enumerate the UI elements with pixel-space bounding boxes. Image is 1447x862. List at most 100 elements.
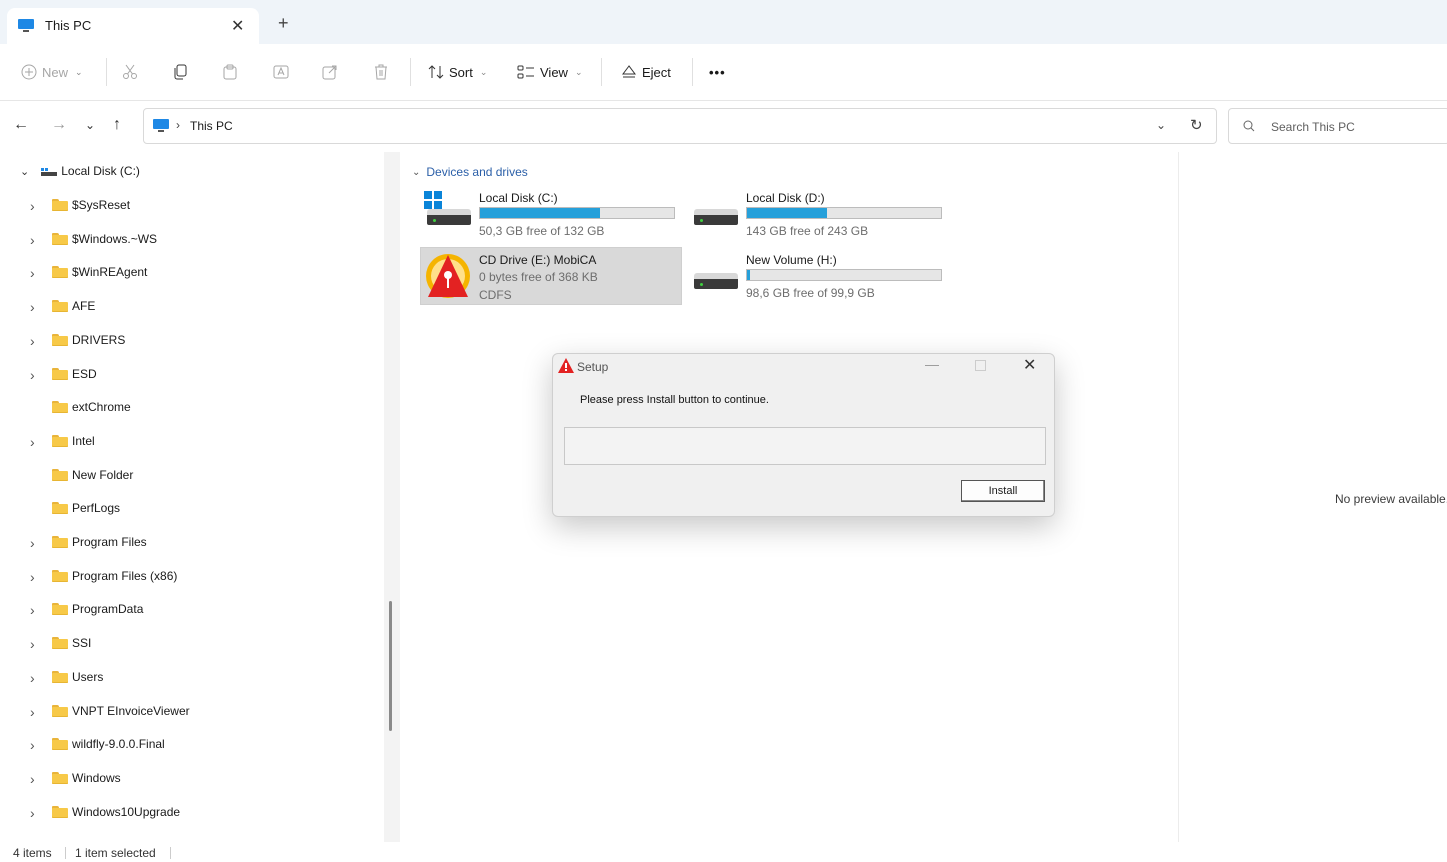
breadcrumb-chevron-icon[interactable]: ›	[176, 118, 180, 132]
folder-icon	[52, 333, 68, 346]
more-icon: •••	[709, 64, 726, 80]
expand-chevron-icon[interactable]: ›	[30, 333, 35, 349]
close-icon[interactable]: ✕	[1023, 355, 1036, 375]
drive-tile-h[interactable]: New Volume (H:) 98,6 GB free of 99,9 GB	[688, 253, 948, 303]
copy-icon	[174, 64, 187, 80]
sidebar-item-programdata[interactable]: › ProgramData	[0, 596, 380, 622]
sidebar-item-label: Users	[72, 669, 104, 684]
windows-logo-icon	[424, 191, 442, 209]
sidebar-item-windows-ws[interactable]: › $Windows.~WS	[0, 226, 380, 252]
sidebar-item-winreagent[interactable]: › $WinREAgent	[0, 259, 380, 285]
devices-and-drives-header[interactable]: ⌄ Devices and drives	[412, 165, 528, 179]
new-button[interactable]: New ⌄	[21, 62, 83, 82]
expand-chevron-icon[interactable]: ›	[30, 569, 35, 585]
eject-button[interactable]: Eject	[621, 62, 671, 82]
this-pc-icon	[152, 119, 170, 136]
install-button[interactable]: Install	[961, 480, 1045, 502]
sidebar-item-extchrome[interactable]: extChrome	[0, 394, 380, 420]
search-box[interactable]: Search This PC	[1228, 108, 1447, 144]
expand-chevron-icon[interactable]: ›	[30, 704, 35, 720]
expand-chevron-icon[interactable]: ›	[30, 535, 35, 551]
free-space-text: 50,3 GB free of 132 GB	[479, 224, 605, 238]
expand-chevron-icon[interactable]: ›	[30, 670, 35, 686]
sidebar-item-label: New Folder	[72, 467, 134, 482]
address-dropdown-chevron-icon[interactable]: ⌄	[1156, 118, 1166, 132]
capacity-bar	[479, 207, 675, 219]
cut-button[interactable]	[122, 62, 138, 82]
sidebar-item-windows10upgrade[interactable]: › Windows10Upgrade	[0, 799, 380, 825]
sidebar-item-program-files[interactable]: › Program Files	[0, 529, 380, 555]
folder-icon	[52, 468, 68, 481]
sidebar-item-label: AFE	[72, 299, 96, 314]
expanded-chevron-icon[interactable]: ⌄	[20, 165, 29, 178]
more-options-button[interactable]: •••	[709, 62, 726, 82]
expand-chevron-icon[interactable]: ›	[30, 434, 35, 450]
file-system-text: CDFS	[479, 288, 512, 302]
drive-name: CD Drive (E:) MobiCA	[479, 253, 597, 267]
delete-button[interactable]	[373, 62, 389, 82]
up-arrow-icon[interactable]: ↑	[113, 116, 121, 134]
drive-name: Local Disk (C:)	[479, 191, 558, 205]
breadcrumb[interactable]: This PC	[190, 119, 233, 133]
close-icon[interactable]: ✕	[231, 16, 244, 36]
free-space-text: 98,6 GB free of 99,9 GB	[746, 286, 875, 300]
back-arrow-icon[interactable]: ←	[13, 116, 29, 134]
dialog-title: Setup	[577, 360, 609, 374]
sidebar-item-label: Program Files (x86)	[72, 568, 178, 583]
divider	[65, 847, 66, 859]
address-bar[interactable]: › This PC ⌄ ↻	[143, 108, 1217, 144]
paste-button[interactable]	[222, 62, 238, 82]
sidebar-item-sysreset[interactable]: › $SysReset	[0, 192, 380, 218]
expand-chevron-icon[interactable]: ›	[30, 198, 35, 214]
mobica-app-icon	[426, 254, 470, 298]
minimize-icon[interactable]: —	[925, 356, 939, 372]
sidebar-scrollbar-thumb[interactable]	[389, 601, 392, 731]
refresh-icon[interactable]: ↻	[1190, 116, 1203, 134]
tree-root-local-disk-c[interactable]: ⌄ Local Disk (C:)	[20, 164, 140, 178]
mobica-warning-icon	[558, 358, 574, 376]
drive-name: New Volume (H:)	[746, 253, 837, 267]
expand-chevron-icon[interactable]: ›	[30, 636, 35, 652]
view-button[interactable]: View ⌄	[517, 62, 583, 82]
sidebar-item-drivers[interactable]: › DRIVERS	[0, 327, 380, 353]
expand-chevron-icon[interactable]: ›	[30, 805, 35, 821]
sidebar-item-windows[interactable]: › Windows	[0, 765, 380, 791]
expand-chevron-icon[interactable]: ›	[30, 232, 35, 248]
share-button[interactable]	[322, 62, 338, 82]
new-tab-button[interactable]: +	[278, 14, 289, 32]
sidebar-item-afe[interactable]: › AFE	[0, 293, 380, 319]
expand-chevron-icon[interactable]: ›	[30, 299, 35, 315]
sidebar-item-wildfly-9-0-0-final[interactable]: › wildfly-9.0.0.Final	[0, 731, 380, 757]
forward-arrow-icon[interactable]: →	[51, 116, 67, 134]
sidebar-item-program-files-x86[interactable]: › Program Files (x86)	[0, 563, 380, 589]
copy-button[interactable]	[172, 62, 188, 82]
sidebar-item-new-folder[interactable]: New Folder	[0, 462, 380, 488]
drive-tile-e[interactable]: CD Drive (E:) MobiCA 0 bytes free of 368…	[421, 253, 681, 303]
rename-button[interactable]	[273, 62, 289, 82]
expand-chevron-icon[interactable]: ›	[30, 602, 35, 618]
expand-chevron-icon[interactable]: ›	[30, 737, 35, 753]
recent-locations-chevron-icon[interactable]: ⌄	[85, 118, 95, 132]
expand-chevron-icon[interactable]: ›	[30, 265, 35, 281]
sidebar-item-vnpt-einvoiceviewer[interactable]: › VNPT EInvoiceViewer	[0, 698, 380, 724]
sidebar-item-ssi[interactable]: › SSI	[0, 630, 380, 656]
drive-tile-d[interactable]: Local Disk (D:) 143 GB free of 243 GB	[688, 191, 948, 241]
drive-tile-c[interactable]: Local Disk (C:) 50,3 GB free of 132 GB	[421, 191, 681, 241]
sidebar-item-intel[interactable]: › Intel	[0, 428, 380, 454]
tab-this-pc[interactable]: This PC ✕	[7, 8, 259, 44]
divider	[170, 847, 171, 859]
sidebar-item-esd[interactable]: › ESD	[0, 361, 380, 387]
expand-chevron-icon[interactable]: ›	[30, 771, 35, 787]
expand-chevron-icon[interactable]: ›	[30, 367, 35, 383]
maximize-icon[interactable]	[975, 360, 986, 371]
sidebar-item-users[interactable]: › Users	[0, 664, 380, 690]
pane-splitter[interactable]	[384, 152, 400, 842]
sort-icon	[428, 65, 444, 79]
folder-icon	[52, 569, 68, 582]
sort-button[interactable]: Sort ⌄	[428, 62, 487, 82]
sidebar-item-label: $SysReset	[72, 198, 131, 212]
search-input[interactable]: Search This PC	[1271, 120, 1355, 134]
sidebar-item-perflogs[interactable]: PerfLogs	[0, 495, 380, 521]
navigation-pane: ⌄ Local Disk (C:) › $SysReset › $Windows.~W…	[0, 152, 384, 842]
tree-root-label: Local Disk (C:)	[61, 164, 140, 178]
